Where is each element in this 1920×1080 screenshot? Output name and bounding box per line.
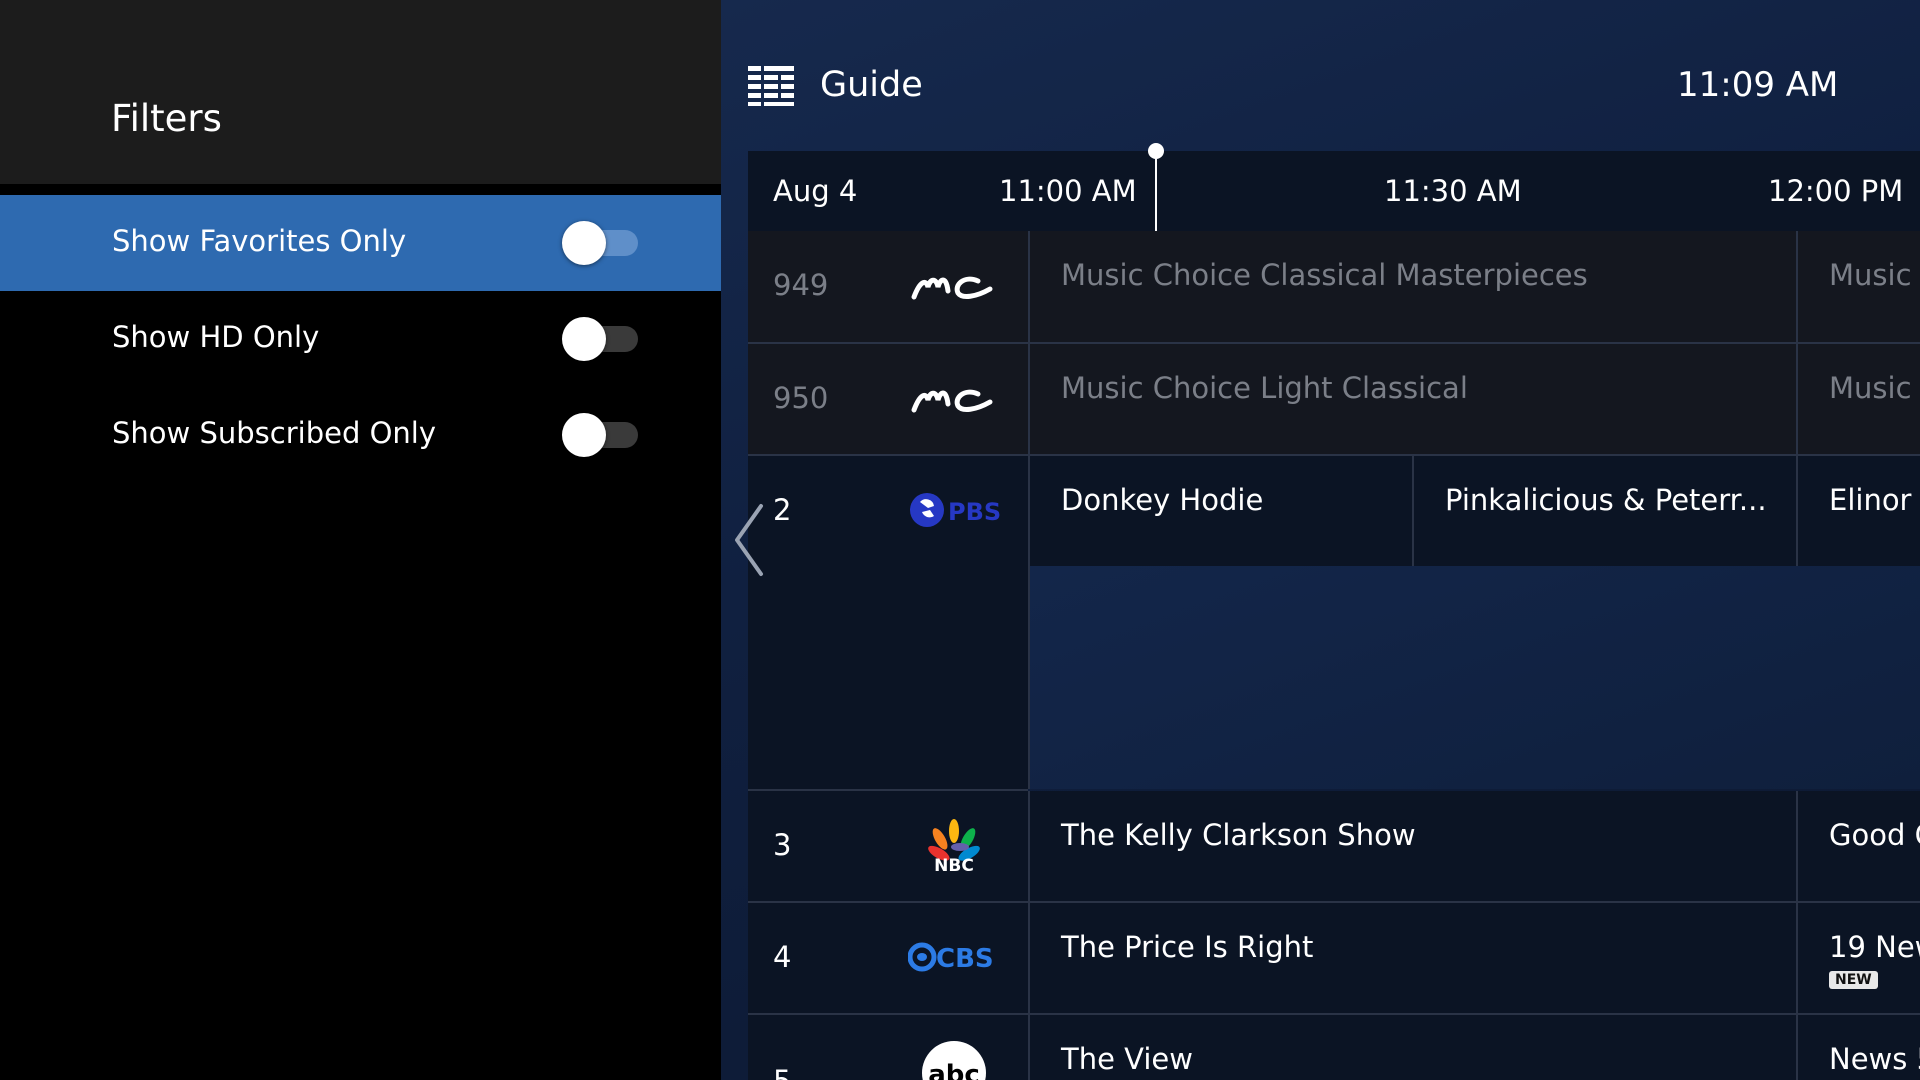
program-title: The Price Is Right — [1061, 930, 1314, 964]
filters-title: Filters — [111, 97, 222, 140]
new-badge: NEW — [1829, 971, 1878, 989]
filters-header: Filters — [0, 0, 721, 184]
program-cell[interactable]: 19 New NEW — [1796, 903, 1920, 1015]
time-slot-1: 11:00 AM — [999, 174, 1137, 208]
program-title: News 5 — [1829, 1042, 1920, 1076]
guide-panel: Guide 11:09 AM Aug 4 11:00 AM 11:30 AM 1… — [721, 0, 1920, 1080]
subscribed-toggle[interactable] — [562, 413, 638, 457]
program-cell[interactable]: The Kelly Clarkson Show — [1028, 791, 1796, 903]
filter-favorites-only[interactable]: Show Favorites Only — [0, 195, 721, 291]
expanded-row-area — [1028, 566, 1920, 789]
program-title: Elinor W — [1829, 483, 1920, 517]
program-title: Music C — [1829, 371, 1920, 405]
program-cell[interactable]: Good C — [1796, 791, 1920, 903]
current-time-line — [1155, 151, 1157, 231]
channel-row: 949 Music Choice Classical Masterpieces … — [748, 231, 1920, 344]
program-title: Donkey Hodie — [1061, 483, 1264, 517]
filter-label: Show Subscribed Only — [112, 416, 436, 450]
program-cell[interactable]: News 5 — [1796, 1015, 1920, 1080]
time-slot-2: 11:30 AM — [1384, 174, 1522, 208]
time-bar: Aug 4 11:00 AM 11:30 AM 12:00 PM — [748, 151, 1920, 231]
channel-number: 4 — [773, 940, 792, 974]
channel-number: 949 — [773, 268, 829, 302]
guide-title: Guide — [820, 65, 923, 105]
channel-cell[interactable]: 949 — [748, 231, 1028, 344]
logo-text: PBS — [948, 498, 1000, 526]
program-title: Good C — [1829, 818, 1920, 852]
hd-toggle[interactable] — [562, 317, 638, 361]
program-cell[interactable]: Pinkalicious & Peterr... — [1412, 456, 1796, 568]
channel-number: 950 — [773, 381, 829, 415]
toggle-knob — [562, 221, 606, 265]
filter-label: Show HD Only — [112, 320, 320, 354]
channel-number: 3 — [773, 828, 792, 862]
program-title: Music Choice Light Classical — [1061, 371, 1468, 405]
channel-row: 950 Music Choice Light Classical Music C — [748, 344, 1920, 456]
guide-date: Aug 4 — [773, 174, 858, 208]
program-cell[interactable]: Music C — [1796, 231, 1920, 344]
guide-header: Guide 11:09 AM — [721, 0, 1920, 150]
program-cell[interactable]: The Price Is Right — [1028, 903, 1796, 1015]
program-title: 19 New — [1829, 930, 1920, 964]
channel-cell[interactable]: 3 NBC — [748, 791, 1028, 903]
program-cell[interactable]: Music Choice Classical Masterpieces — [1028, 231, 1796, 344]
chevron-left-icon[interactable] — [731, 502, 767, 578]
toggle-knob — [562, 413, 606, 457]
logo-text: abc — [928, 1060, 980, 1080]
toggle-knob — [562, 317, 606, 361]
time-slot-3: 12:00 PM — [1768, 174, 1904, 208]
favorites-toggle[interactable] — [562, 221, 638, 265]
guide-grid-icon — [748, 66, 794, 106]
program-title: Music C — [1829, 258, 1920, 292]
program-title: Music Choice Classical Masterpieces — [1061, 258, 1588, 292]
program-cell[interactable]: Donkey Hodie — [1028, 456, 1412, 568]
cbs-logo: CBS — [908, 942, 994, 974]
channel-row: 5 abc The View News 5 — [748, 1015, 1920, 1080]
channel-cell[interactable]: 950 — [748, 344, 1028, 456]
channel-number: 2 — [773, 493, 792, 527]
channel-row: 4 CBS The Price Is Right 19 New NEW — [748, 903, 1920, 1015]
logo-text: CBS — [936, 944, 994, 974]
channel-row: 3 NBC The Kelly Clarkson Show Good C — [748, 791, 1920, 903]
music-choice-logo — [911, 276, 993, 300]
filter-label: Show Favorites Only — [112, 224, 407, 258]
filters-panel: Filters Show Favorites Only Show HD Only… — [0, 0, 721, 1080]
pbs-logo: PBS — [910, 493, 1000, 527]
guide-grid: 949 Music Choice Classical Masterpieces … — [748, 231, 1920, 1080]
program-cell[interactable]: Music Choice Light Classical — [1028, 344, 1796, 456]
program-title: The Kelly Clarkson Show — [1061, 818, 1416, 852]
channel-cell[interactable]: 4 CBS — [748, 903, 1028, 1015]
program-title: Pinkalicious & Peterr... — [1445, 483, 1767, 517]
channel-cell[interactable]: 5 abc — [748, 1015, 1028, 1080]
abc-logo: abc — [922, 1041, 986, 1080]
logo-text: NBC — [934, 856, 974, 873]
filter-subscribed-only[interactable]: Show Subscribed Only — [0, 387, 721, 483]
clock: 11:09 AM — [1677, 65, 1839, 105]
channel-cell[interactable]: 2 PBS — [748, 456, 1028, 791]
program-cell[interactable]: The View — [1028, 1015, 1796, 1080]
filter-hd-only[interactable]: Show HD Only — [0, 291, 721, 387]
channel-number: 5 — [773, 1061, 791, 1080]
program-title: The View — [1061, 1042, 1193, 1076]
program-cell[interactable]: Music C — [1796, 344, 1920, 456]
nbc-logo: NBC — [928, 819, 980, 873]
program-cell[interactable]: Elinor W — [1796, 456, 1920, 568]
music-choice-logo — [911, 389, 993, 413]
